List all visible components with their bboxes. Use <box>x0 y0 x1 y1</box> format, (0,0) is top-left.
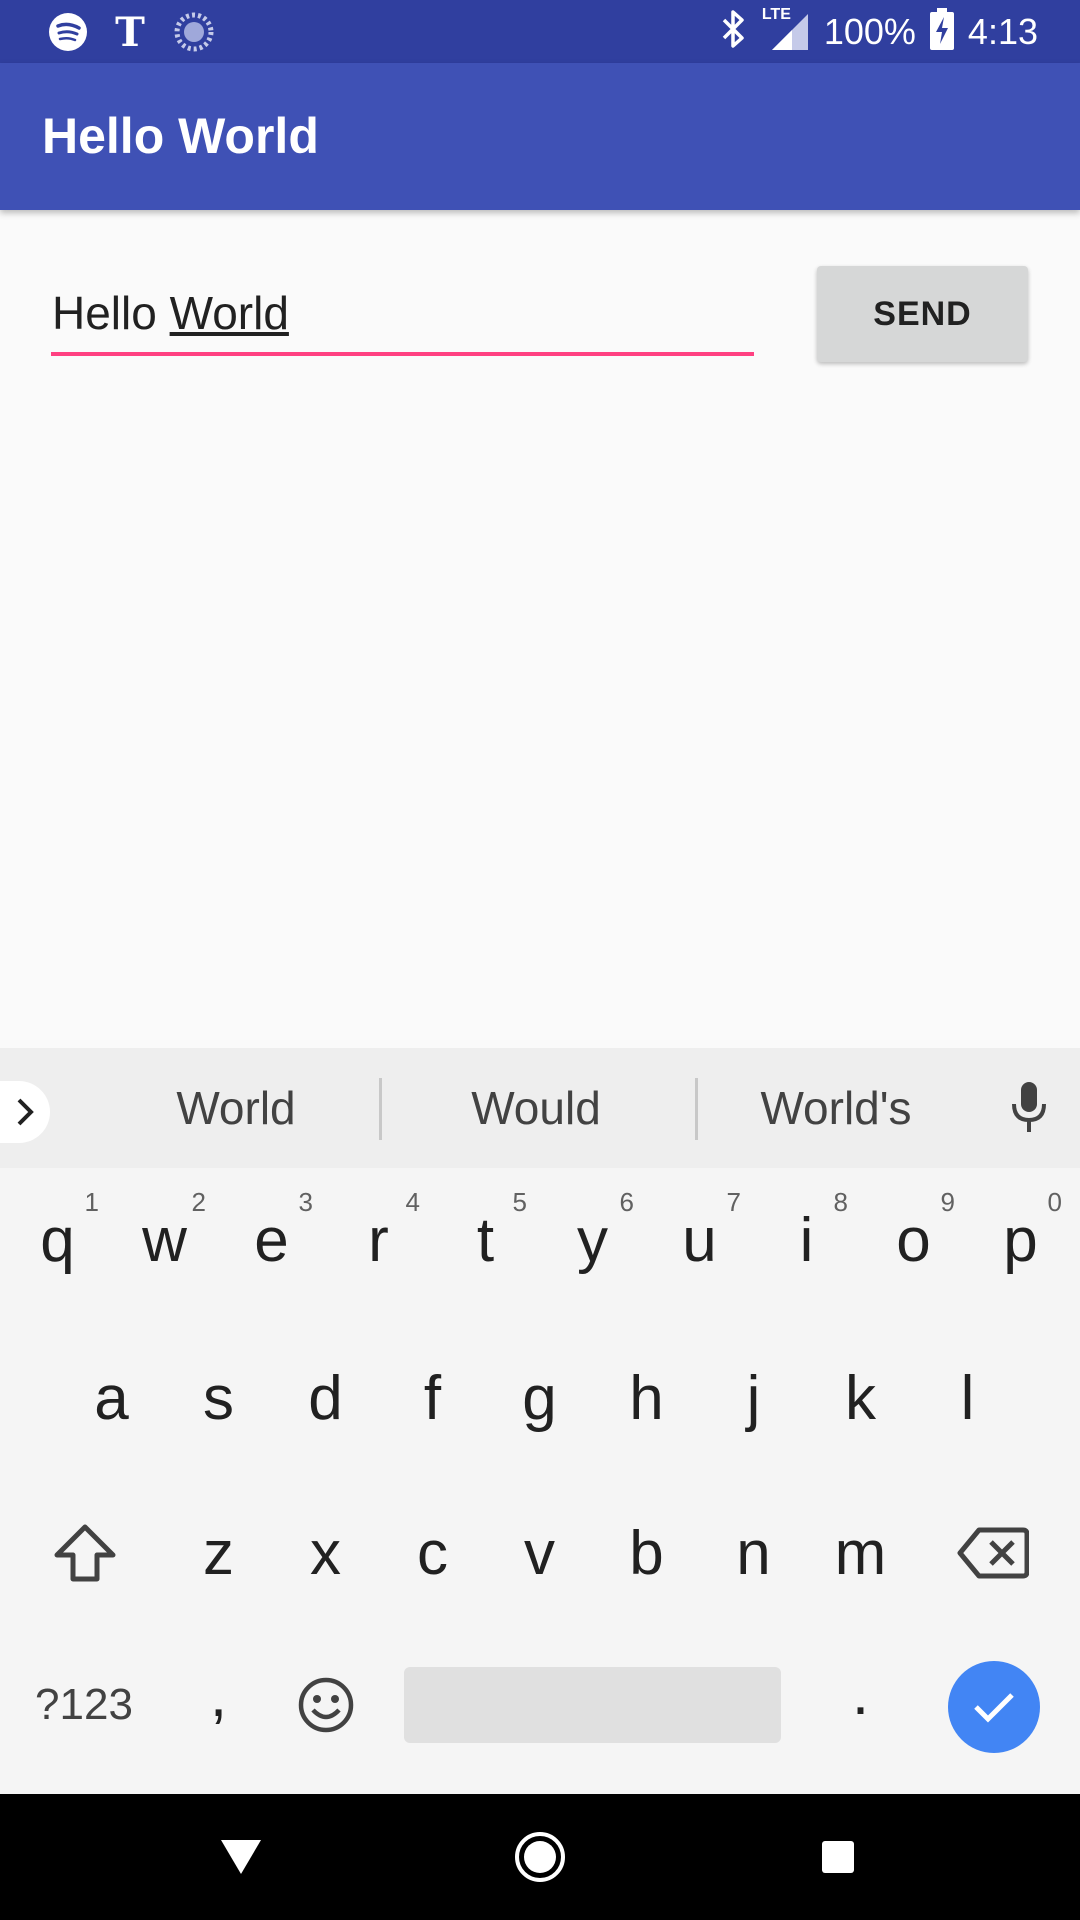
key-u[interactable]: u7 <box>646 1165 753 1315</box>
page-title: Hello World <box>42 108 319 164</box>
key-hint: 2 <box>191 1187 206 1217</box>
suggestion-divider <box>379 1078 382 1140</box>
key-hint: 9 <box>940 1187 955 1217</box>
key-label: r <box>368 1205 389 1275</box>
clock: 4:13 <box>967 10 1038 52</box>
expand-suggestions-button[interactable] <box>0 1081 50 1143</box>
composing-word: World <box>169 287 289 339</box>
key-s[interactable]: s <box>165 1323 272 1473</box>
send-button[interactable]: SEND <box>817 266 1028 362</box>
key-hint: 3 <box>298 1187 313 1217</box>
back-button[interactable] <box>206 1822 276 1892</box>
key-label: e <box>254 1205 289 1275</box>
app-bar: Hello World <box>0 63 1080 210</box>
key-k[interactable]: k <box>807 1323 914 1473</box>
navigation-bar <box>0 1794 1080 1920</box>
bluetooth-icon <box>718 8 748 55</box>
battery-percent: 100% <box>823 10 916 52</box>
home-circle-icon <box>515 1832 565 1882</box>
loading-indicator-icon <box>173 11 215 53</box>
symbols-key[interactable]: ?123 <box>18 1630 150 1780</box>
recents-square-icon <box>822 1841 854 1873</box>
suggestion-item[interactable]: World <box>86 1048 386 1168</box>
key-v[interactable]: v <box>486 1478 593 1628</box>
suggestion-item[interactable]: World's <box>686 1048 986 1168</box>
emoji-icon <box>298 1677 353 1733</box>
backspace-icon <box>957 1527 1029 1579</box>
key-hint: 1 <box>84 1187 99 1217</box>
nytimes-icon: T <box>115 8 145 56</box>
key-y[interactable]: y6 <box>539 1165 646 1315</box>
key-r[interactable]: r4 <box>325 1165 432 1315</box>
period-key[interactable]: . <box>807 1618 914 1768</box>
keyboard: World Would World's q1 w2 e3 r4 t5 y6 u7… <box>0 1048 1080 1794</box>
spotify-icon <box>47 11 89 53</box>
message-input-text[interactable]: Hello World <box>52 286 289 340</box>
spacebar-key[interactable] <box>404 1667 781 1743</box>
key-i[interactable]: i8 <box>753 1165 860 1315</box>
key-label: q <box>40 1205 75 1275</box>
shift-key[interactable] <box>30 1478 140 1628</box>
back-triangle-icon <box>221 1840 261 1874</box>
key-hint: 7 <box>726 1187 741 1217</box>
comma-key[interactable]: , <box>165 1620 272 1770</box>
signal-icon: LTE <box>762 6 810 54</box>
key-j[interactable]: j <box>700 1323 807 1473</box>
key-b[interactable]: b <box>593 1478 700 1628</box>
key-d[interactable]: d <box>272 1323 379 1473</box>
microphone-icon[interactable] <box>1004 1080 1054 1136</box>
key-hint: 4 <box>405 1187 420 1217</box>
backspace-key[interactable] <box>938 1478 1048 1628</box>
key-n[interactable]: n <box>700 1478 807 1628</box>
key-label: t <box>476 1205 495 1275</box>
message-input[interactable]: Hello World <box>51 280 754 356</box>
suggestion-strip: World Would World's <box>0 1048 1080 1168</box>
key-e[interactable]: e3 <box>218 1165 325 1315</box>
key-label: o <box>896 1205 931 1275</box>
key-x[interactable]: x <box>272 1478 379 1628</box>
key-c[interactable]: c <box>379 1478 486 1628</box>
key-q[interactable]: q1 <box>4 1165 111 1315</box>
key-label: y <box>577 1205 608 1275</box>
key-t[interactable]: t5 <box>432 1165 539 1315</box>
key-hint: 6 <box>619 1187 634 1217</box>
key-f[interactable]: f <box>379 1323 486 1473</box>
key-l[interactable]: l <box>914 1323 1021 1473</box>
checkmark-icon <box>974 1693 1014 1723</box>
key-a[interactable]: a <box>58 1323 165 1473</box>
key-p[interactable]: p0 <box>967 1165 1074 1315</box>
key-w[interactable]: w2 <box>111 1165 218 1315</box>
battery-charging-icon <box>929 8 954 55</box>
key-hint: 0 <box>1047 1187 1062 1217</box>
status-bar: T LTE 100% 4:13 <box>0 0 1080 63</box>
key-label: w <box>142 1205 187 1275</box>
key-z[interactable]: z <box>165 1478 272 1628</box>
suggestion-item[interactable]: Would <box>386 1048 686 1168</box>
key-label: p <box>1003 1205 1038 1275</box>
key-g[interactable]: g <box>486 1323 593 1473</box>
key-o[interactable]: o9 <box>860 1165 967 1315</box>
home-button[interactable] <box>505 1822 575 1892</box>
recents-button[interactable] <box>803 1822 873 1892</box>
key-h[interactable]: h <box>593 1323 700 1473</box>
key-m[interactable]: m <box>807 1478 914 1628</box>
key-label: u <box>682 1205 717 1275</box>
done-button[interactable] <box>948 1661 1040 1753</box>
network-type: LTE <box>761 5 791 23</box>
key-label: i <box>799 1205 814 1275</box>
emoji-key[interactable] <box>272 1630 379 1780</box>
key-hint: 8 <box>833 1187 848 1217</box>
chevron-right-icon <box>17 1098 34 1126</box>
key-hint: 5 <box>512 1187 527 1217</box>
message-input-prefix: Hello <box>52 287 170 339</box>
shift-icon <box>54 1524 116 1582</box>
